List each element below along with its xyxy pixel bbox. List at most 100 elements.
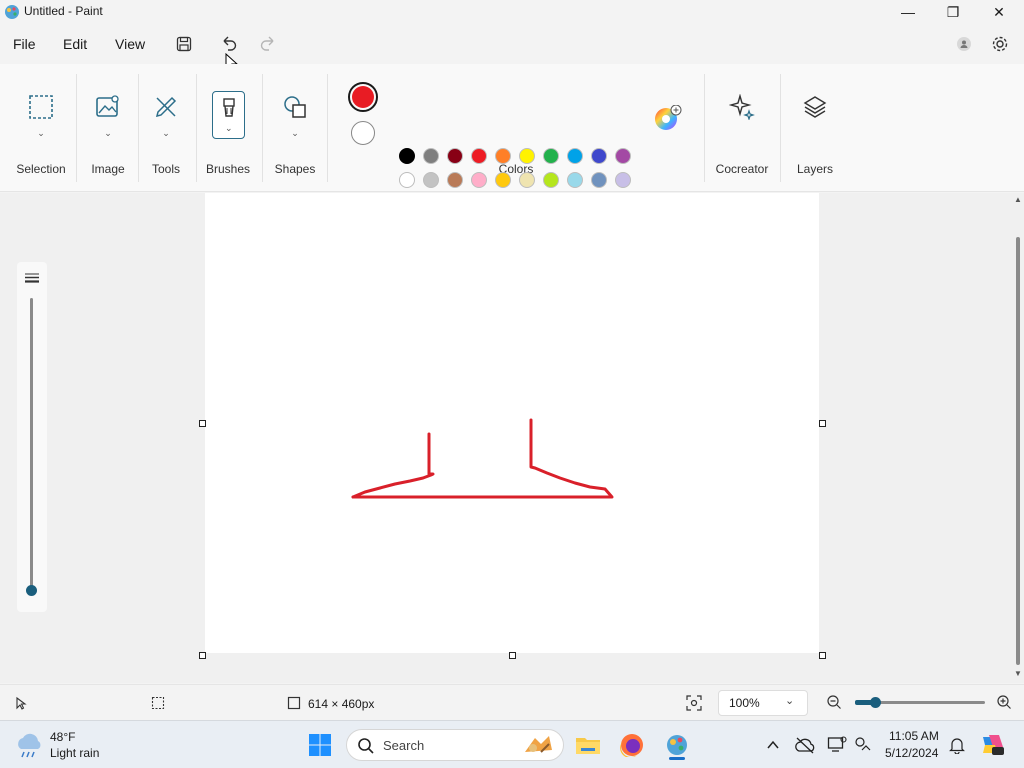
minimize-button[interactable]: — [885,0,931,24]
brushes-group[interactable]: ⌄ Brushes [200,64,256,192]
cursor-position-icon [16,696,27,710]
active-app-indicator [669,757,685,760]
tools-group[interactable]: ⌄ Tools [140,64,192,192]
vertical-scrollbar[interactable]: ▲ ▼ [1014,195,1022,679]
chevron-down-icon[interactable]: ⌄ [291,128,299,139]
palette-color-swatch[interactable] [519,172,535,188]
scrollbar-thumb[interactable] [1016,237,1020,665]
gear-icon [992,36,1008,52]
chevron-down-icon[interactable]: ⌄ [162,128,170,139]
primary-color-button[interactable] [348,82,378,112]
shapes-tool[interactable] [280,92,310,122]
palette-color-swatch[interactable] [591,148,607,164]
fit-to-window-button[interactable] [685,694,703,715]
palette-color-swatch[interactable] [567,172,583,188]
shapes-group[interactable]: ⌄ Shapes [266,64,324,192]
resize-handle-bottom-right[interactable] [819,652,826,659]
brushes-tool[interactable]: ⌄ [212,91,245,139]
zoom-dropdown[interactable]: 100% ⌄ [718,690,808,716]
palette-color-swatch[interactable] [591,172,607,188]
close-button[interactable]: ✕ [976,0,1022,24]
menu-view[interactable]: View [115,36,145,52]
onedrive-button[interactable] [791,731,819,759]
palette-color-swatch[interactable] [471,172,487,188]
tools-tool[interactable] [151,92,181,122]
scroll-up-icon[interactable]: ▲ [1014,195,1022,204]
edit-colors-button[interactable] [654,104,682,134]
brush-icon [223,98,235,117]
selection-group[interactable]: ⌄ Selection [8,64,74,192]
divider [327,74,328,182]
palette-color-swatch[interactable] [615,148,631,164]
palette-color-swatch[interactable] [447,148,463,164]
drawing-canvas[interactable] [205,193,819,653]
palette-color-swatch[interactable] [447,172,463,188]
menu-edit[interactable]: Edit [63,36,87,52]
save-button[interactable] [172,32,196,56]
network-icon [855,737,871,751]
brush-size-slider[interactable] [17,262,47,612]
start-button[interactable] [306,731,334,759]
selection-label: Selection [16,162,66,176]
chevron-down-icon[interactable]: ⌄ [104,128,112,139]
clock-time[interactable]: 11:05 AM [889,729,939,743]
paint-app-icon [667,735,687,755]
maximize-button[interactable]: ❐ [930,0,976,24]
image-tool[interactable] [93,92,123,122]
resize-handle-right[interactable] [819,420,826,427]
notifications-button[interactable] [943,731,971,759]
zoom-slider-thumb[interactable] [870,697,881,708]
brushes-label: Brushes [205,162,251,176]
paint-taskbar-button[interactable] [663,731,691,760]
undo-icon [223,36,237,51]
cocreator-group[interactable]: Cocreator [708,64,776,192]
layers-group[interactable]: Layers [786,64,844,192]
palette-color-swatch[interactable] [519,148,535,164]
weather-widget[interactable] [14,731,44,762]
zoom-in-button[interactable] [996,694,1012,713]
firefox-button[interactable] [618,731,646,759]
slider-thumb[interactable] [26,585,37,596]
scroll-down-icon[interactable]: ▼ [1014,669,1022,678]
display-button[interactable] [823,731,851,759]
resize-handle-bottom-left[interactable] [199,652,206,659]
palette-color-swatch[interactable] [495,148,511,164]
zoom-out-button[interactable] [826,694,842,713]
chevron-down-icon[interactable]: ⌄ [37,128,45,139]
palette-color-swatch[interactable] [543,148,559,164]
clock-date[interactable]: 5/12/2024 [885,746,938,760]
palette-color-swatch[interactable] [543,172,559,188]
settings-button[interactable] [988,32,1012,56]
palette-color-swatch[interactable] [567,148,583,164]
colors-label: Colors [498,162,534,176]
taskbar-search[interactable]: Search [346,729,564,761]
account-button[interactable] [952,32,976,56]
palette-color-swatch[interactable] [471,148,487,164]
monitor-icon [827,736,847,752]
secondary-color-button[interactable] [351,121,375,145]
redo-button[interactable] [256,32,280,56]
image-label: Image [91,162,125,176]
palette-color-swatch[interactable] [495,172,511,188]
file-explorer-button[interactable] [574,731,602,759]
chevron-down-icon[interactable]: ⌄ [225,123,233,134]
palette-color-swatch[interactable] [399,172,415,188]
palette-color-swatch[interactable] [423,172,439,188]
copilot-button[interactable] [978,731,1006,759]
cocreator-tool[interactable] [727,92,757,122]
palette-color-swatch[interactable] [615,172,631,188]
resize-handle-left[interactable] [199,420,206,427]
layers-tool[interactable] [800,92,830,122]
selection-tool[interactable] [26,92,56,122]
divider [138,74,139,182]
cloud-offline-icon [795,737,815,754]
image-group[interactable]: ⌄ Image [80,64,136,192]
palette-color-swatch[interactable] [399,148,415,164]
menu-file[interactable]: File [13,36,36,52]
palette-color-swatch[interactable] [423,148,439,164]
show-hidden-icons-button[interactable] [759,731,787,759]
resize-handle-bottom[interactable] [509,652,516,659]
zoom-value: 100% [729,696,760,710]
network-button[interactable] [849,731,877,759]
slider-track[interactable] [30,298,33,590]
